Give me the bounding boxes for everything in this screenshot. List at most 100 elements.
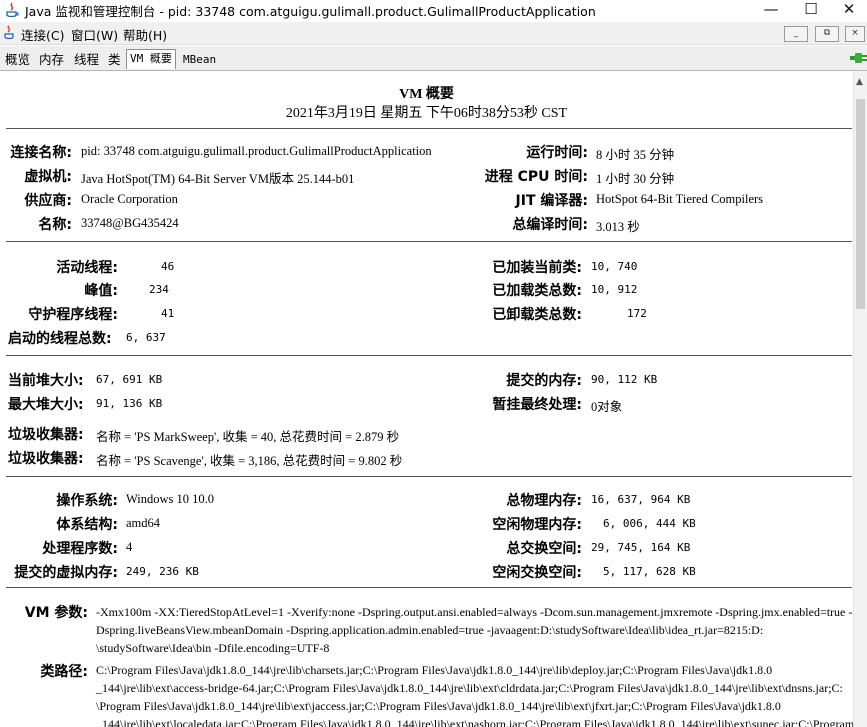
vm-args-line: \studySoftware\Idea\bin -Dfile.encoding=… [96, 641, 330, 655]
name-value: 33748@BG435424 [81, 216, 179, 230]
total-physical-memory-value: 16, 637, 964 KB [591, 493, 691, 506]
tab-bar: 概览 内存 线程 类 VM 概要 MBean [0, 46, 867, 71]
daemon-threads-label: 守护程序线程: [28, 307, 118, 323]
menu-window[interactable]: 窗口(W) [71, 25, 118, 44]
connection-name-value: pid: 33748 com.atguigu.gulimall.product.… [81, 144, 432, 158]
scrollbar-thumb[interactable] [856, 99, 865, 309]
title-bar: Java 监视和管理控制台 - pid: 33748 com.atguigu.g… [0, 0, 867, 21]
processors-value: 4 [126, 540, 133, 554]
menu-bar: 连接(C) 窗口(W) 帮助(H) _ ⧉ × [0, 22, 867, 45]
vm-summary-panel: VM 概要 2021年3月19日 星期五 下午06时38分53秒 CST 连接名… [0, 71, 853, 727]
vm-label: 虚拟机: [24, 169, 72, 185]
name-label: 名称: [38, 217, 72, 233]
vm-value: Java HotSpot(TM) 64-Bit Server VM版本 25.1… [81, 172, 355, 186]
inner-minimize-button[interactable]: _ [784, 26, 808, 42]
separator [6, 355, 852, 356]
heap-size-label: 当前堆大小: [8, 373, 84, 389]
pending-finalization-value: 0对象 [591, 400, 623, 414]
vertical-scrollbar[interactable]: ▲ [853, 71, 867, 727]
classpath-line: \Program Files\Java\jdk1.8.0_144\jre\lib… [96, 699, 781, 713]
peak-threads-value: 234 [149, 283, 169, 296]
connection-status-icon [850, 51, 867, 69]
compile-time-value: 3.013 秒 [596, 220, 640, 234]
tab-mbean[interactable]: MBean [180, 51, 219, 68]
tab-overview[interactable]: 概览 [2, 51, 33, 68]
inner-close-button[interactable]: × [845, 26, 865, 42]
architecture-value: amd64 [126, 516, 161, 530]
tab-threads[interactable]: 线程 [71, 51, 102, 68]
max-heap-value: 91, 136 KB [96, 397, 163, 410]
tab-vm-summary[interactable]: VM 概要 [126, 49, 176, 69]
peak-threads-label: 峰值: [84, 283, 118, 299]
tab-memory[interactable]: 内存 [36, 51, 67, 68]
os-label: 操作系统: [56, 493, 118, 509]
vendor-label: 供应商: [24, 193, 72, 209]
max-heap-label: 最大堆大小: [8, 397, 84, 413]
cpu-time-label: 进程 CPU 时间: [484, 169, 588, 185]
classpath-value: C:\Program Files\Java\jdk1.8.0_144\jre\l… [96, 661, 853, 727]
separator [6, 476, 852, 477]
started-threads-value: 6, 637 [126, 331, 166, 344]
free-physical-memory-value: 6, 006, 444 KB [603, 517, 696, 530]
compile-time-label: 总编译时间: [512, 217, 588, 233]
daemon-threads-value: 41 [161, 307, 175, 320]
loaded-classes-value: 10, 740 [591, 260, 638, 273]
architecture-label: 体系结构: [56, 517, 118, 533]
processors-label: 处理程序数: [42, 541, 118, 557]
free-physical-memory-label: 空闲物理内存: [492, 517, 582, 533]
connection-name-label: 连接名称: [10, 145, 72, 161]
live-threads-label: 活动线程: [56, 260, 118, 276]
jit-compiler-value: HotSpot 64-Bit Tiered Compilers [596, 192, 764, 206]
minimize-button[interactable]: — [752, 0, 790, 21]
uptime-label: 运行时间: [526, 145, 588, 161]
separator [6, 587, 852, 588]
committed-vmem-value: 249, 236 KB [126, 565, 199, 578]
free-swap-value: 5, 117, 628 KB [603, 565, 696, 578]
close-button[interactable]: ✕ [830, 0, 867, 21]
committed-vmem-label: 提交的虚拟内存: [14, 565, 118, 581]
vm-args-value: -Xmx100m -XX:TieredStopAtLevel=1 -Xverif… [96, 603, 852, 657]
committed-memory-value: 90, 112 KB [591, 373, 658, 386]
classpath-line: _144\jre\lib\ext\localedata.jar;C:\Progr… [96, 717, 853, 727]
total-physical-memory-label: 总物理内存: [506, 493, 582, 509]
separator [6, 241, 852, 242]
summary-datetime: 2021年3月19日 星期五 下午06时38分53秒 CST [285, 106, 568, 121]
jit-compiler-label: JIT 编译器: [515, 193, 588, 209]
gc-scavenge-label: 垃圾收集器: [8, 451, 84, 467]
free-swap-label: 空闲交换空间: [492, 565, 582, 581]
heap-size-value: 67, 691 KB [96, 373, 163, 386]
total-swap-label: 总交换空间: [506, 541, 582, 557]
os-value: Windows 10 10.0 [126, 492, 215, 506]
tab-classes[interactable]: 类 [105, 51, 124, 68]
classpath-label: 类路径: [40, 664, 88, 680]
gc-marksweep-label: 垃圾收集器: [8, 427, 84, 443]
total-swap-value: 29, 745, 164 KB [591, 541, 691, 554]
live-threads-value: 46 [161, 260, 175, 273]
total-loaded-value: 10, 912 [591, 283, 638, 296]
unloaded-classes-label: 已卸载类总数: [492, 307, 582, 323]
window-title: Java 监视和管理控制台 - pid: 33748 com.atguigu.g… [25, 4, 596, 19]
unloaded-classes-value: 172 [627, 307, 647, 320]
vendor-value: Oracle Corporation [81, 192, 178, 206]
inner-restore-button[interactable]: ⧉ [815, 26, 839, 42]
java-app-icon [5, 2, 20, 22]
vm-args-label: VM 参数: [24, 605, 88, 621]
maximize-button[interactable]: ☐ [792, 0, 830, 21]
menu-connect[interactable]: 连接(C) [21, 25, 64, 44]
vm-args-line: -Xmx100m -XX:TieredStopAtLevel=1 -Xverif… [96, 605, 853, 619]
menu-help[interactable]: 帮助(H) [123, 25, 167, 44]
loaded-classes-label: 已加装当前类: [492, 260, 582, 276]
scroll-up-icon[interactable]: ▲ [856, 77, 863, 87]
summary-title: VM 概要 [399, 87, 454, 102]
separator [6, 128, 852, 129]
pending-finalization-label: 暂挂最终处理: [492, 397, 582, 413]
vm-args-line: Dspring.liveBeansView.mbeanDomain -Dspri… [96, 623, 764, 637]
total-loaded-label: 已加载类总数: [492, 283, 582, 299]
classpath-line: _144\jre\lib\ext\access-bridge-64.jar;C:… [96, 681, 843, 695]
gc-marksweep-value: 名称 = 'PS MarkSweep', 收集 = 40, 总花费时间 = 2.… [96, 430, 400, 444]
cpu-time-value: 1 小时 30 分钟 [596, 172, 675, 186]
started-threads-label: 启动的线程总数: [8, 331, 112, 347]
gc-scavenge-value: 名称 = 'PS Scavenge', 收集 = 3,186, 总花费时间 = … [96, 454, 403, 468]
connect-menu-icon [3, 25, 17, 44]
uptime-value: 8 小时 35 分钟 [596, 148, 675, 162]
